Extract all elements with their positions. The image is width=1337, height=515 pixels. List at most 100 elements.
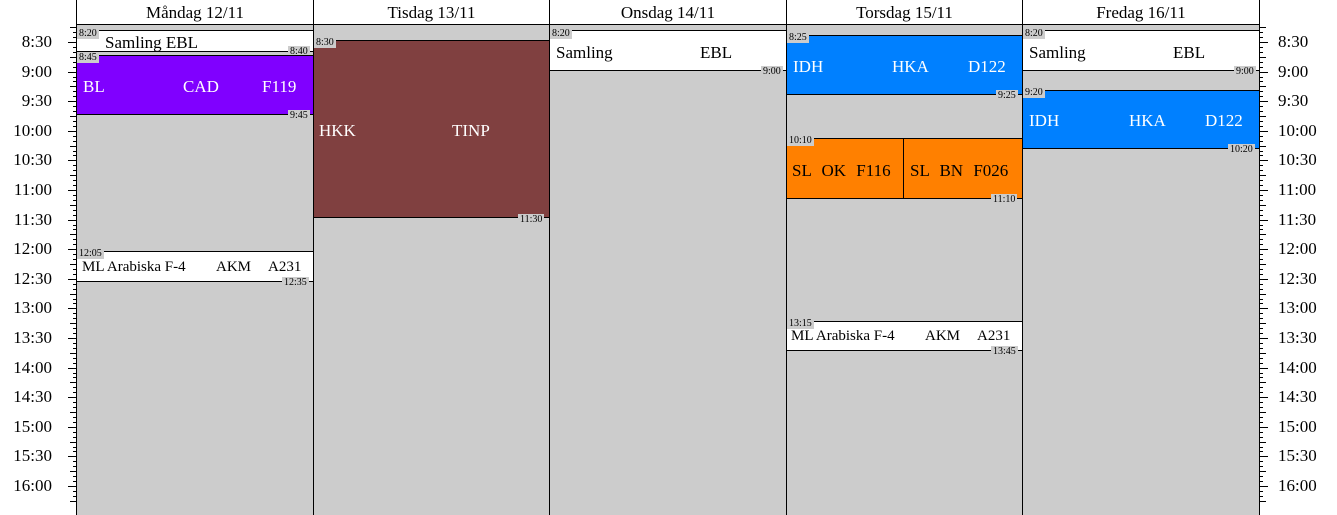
time-tick: [1260, 195, 1263, 196]
time-tick: [68, 397, 76, 398]
time-tick: [1260, 447, 1263, 448]
time-tick: [1260, 27, 1266, 28]
event-sl-bn[interactable]: SL BN F026: [904, 138, 1022, 199]
time-tick: [73, 126, 76, 127]
time-tick: [1260, 160, 1268, 161]
time-label: 12:30: [1278, 268, 1317, 288]
time-tick: [1260, 377, 1263, 378]
time-tick: [1260, 264, 1266, 265]
time-tick: [1260, 392, 1263, 393]
time-tick: [73, 447, 76, 448]
time-tick: [1260, 37, 1263, 38]
event-idh-hka[interactable]: IDH HKA D122: [787, 35, 1022, 95]
time-tick: [68, 368, 76, 369]
day-column-thursday[interactable]: [787, 25, 1022, 515]
time-tick: [68, 220, 76, 221]
time-tick: [1260, 456, 1268, 457]
time-tick: [1260, 52, 1263, 53]
time-tick: [1260, 220, 1268, 221]
time-tick: [1260, 81, 1263, 82]
time-label: 16:00: [1278, 476, 1317, 495]
time-tick: [1260, 106, 1263, 107]
time-tick: [73, 466, 76, 467]
event-hkk-tinp[interactable]: HKK TINP: [314, 40, 549, 218]
time-tick: [1260, 254, 1263, 255]
time-label: 15:00: [13, 416, 52, 436]
time-label: 13:30: [1278, 328, 1317, 347]
time-tick: [1260, 427, 1268, 428]
event-title: Samling: [556, 43, 613, 62]
event-end-time: 12:35: [282, 277, 309, 288]
time-tick: [70, 323, 76, 324]
event-teacher: AKM: [925, 328, 961, 344]
event-title: SL OK F116: [792, 161, 891, 180]
time-tick: [1260, 96, 1263, 97]
event-start-time: 12:05: [77, 248, 104, 259]
time-label: 11:30: [13, 209, 52, 229]
day-column-wednesday[interactable]: [550, 25, 786, 515]
time-tick: [73, 289, 76, 290]
event-samling-ebl[interactable]: Samling EBL: [550, 30, 786, 71]
time-tick: [73, 496, 76, 497]
time-tick: [68, 486, 76, 487]
event-ml-arabiska[interactable]: ML Arabiska F-4 AKM A231: [787, 321, 1022, 351]
time-tick: [73, 96, 76, 97]
time-tick: [1260, 308, 1268, 309]
time-label: 13:00: [13, 298, 52, 318]
time-tick: [1260, 274, 1263, 275]
event-ml-arabiska[interactable]: ML Arabiska F-4 AKM A231: [77, 251, 313, 282]
time-tick: [1260, 358, 1263, 359]
time-tick: [1260, 190, 1268, 191]
time-label: 15:30: [13, 446, 52, 466]
time-tick: [73, 195, 76, 196]
event-sl-ok[interactable]: SL OK F116: [787, 138, 904, 199]
event-bl-cad[interactable]: BL CAD F119: [77, 55, 313, 115]
event-room: D122: [968, 57, 1006, 76]
time-tick: [68, 249, 76, 250]
event-start-time: 10:10: [787, 135, 814, 146]
time-tick: [1260, 165, 1263, 166]
event-title: SL BN F026: [910, 161, 1009, 180]
time-tick: [68, 160, 76, 161]
event-start-time: 8:30: [314, 37, 336, 48]
time-tick: [70, 471, 76, 472]
event-course: IDH: [1029, 111, 1060, 130]
event-teacher: EBL: [1173, 43, 1206, 62]
event-start-time: 8:20: [550, 28, 572, 39]
time-tick: [73, 432, 76, 433]
event-teacher: HKA: [1129, 111, 1166, 130]
time-tick: [1260, 116, 1266, 117]
time-tick: [1260, 363, 1263, 364]
time-tick: [1260, 343, 1263, 344]
event-title: Samling: [1029, 43, 1086, 62]
time-tick: [70, 294, 76, 295]
time-tick: [1260, 496, 1263, 497]
time-label: 10:30: [1278, 150, 1317, 170]
day-header-monday: Måndag 12/11: [77, 0, 313, 25]
time-tick: [1260, 86, 1266, 87]
time-tick: [1260, 200, 1263, 201]
event-idh-hka[interactable]: IDH HKA D122: [1023, 90, 1259, 149]
day-header-tuesday: Tisdag 13/11: [314, 0, 549, 25]
time-tick: [70, 264, 76, 265]
time-tick: [73, 200, 76, 201]
time-tick: [73, 348, 76, 349]
time-tick: [73, 170, 76, 171]
time-tick: [1260, 382, 1266, 383]
time-tick: [73, 106, 76, 107]
time-tick: [73, 141, 76, 142]
event-end-time: 13:45: [991, 346, 1018, 357]
event-course: ML Arabiska F-4: [791, 328, 895, 344]
time-tick: [68, 338, 76, 339]
event-start-time: 8:20: [77, 28, 99, 39]
day-header-wednesday: Onsdag 14/11: [550, 0, 786, 25]
event-samling-ebl[interactable]: Samling EBL: [77, 30, 313, 52]
event-start-time: 13:15: [787, 318, 814, 329]
event-samling-ebl[interactable]: Samling EBL: [1023, 30, 1259, 71]
event-teacher: TINP: [452, 121, 490, 140]
time-tick: [68, 456, 76, 457]
time-tick: [73, 417, 76, 418]
time-tick: [1260, 328, 1263, 329]
time-tick: [1260, 422, 1263, 423]
time-tick: [1260, 442, 1266, 443]
